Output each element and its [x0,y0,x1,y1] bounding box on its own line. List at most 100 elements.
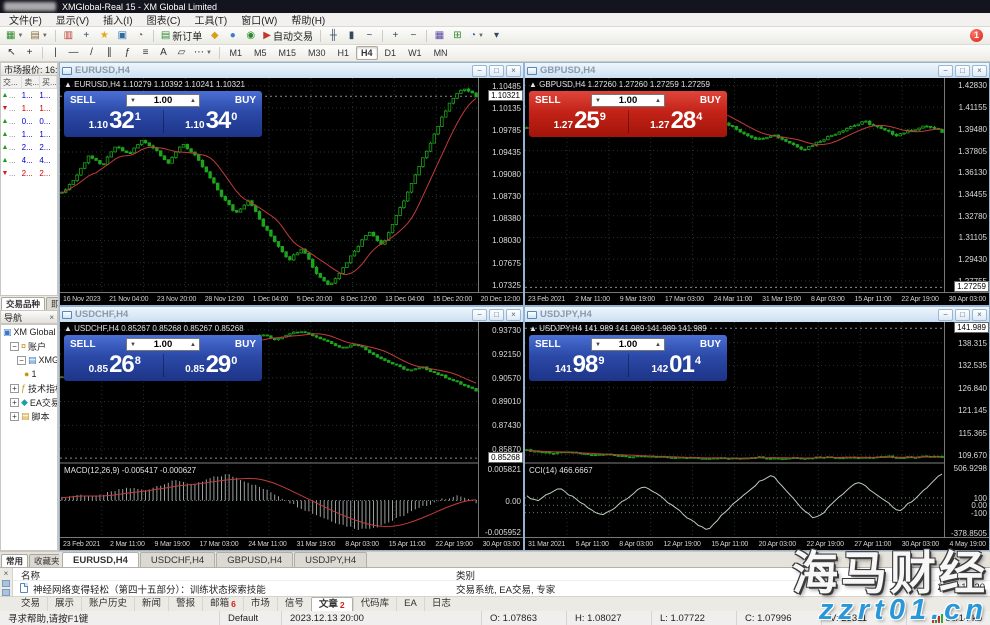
menu-item[interactable]: 工具(T) [187,12,234,27]
price-scale[interactable]: 138.315132.535126.840121.145115.365109.6… [944,322,989,537]
navigator-item-coins[interactable]: −¤账户 [1,339,57,353]
autotrading-button[interactable]: ▶自动交易 [260,28,316,43]
volume-stepper[interactable]: ▼1.00▲ [591,338,665,351]
arrows-more-button[interactable]: ⋯▼ [191,46,215,61]
volume-increment-icon[interactable]: ▲ [187,342,199,348]
chart-area[interactable]: ▲ EURUSD,H4 1.10279 1.10392 1.10241 1.10… [60,78,523,305]
sell-button[interactable]: SELL [532,95,589,106]
indicators-button[interactable]: ⊞ [449,28,466,43]
terminal-tab-信号[interactable]: 信号 [277,597,311,611]
buy-price[interactable]: 1.27284 [629,109,725,134]
navigator-item-fx[interactable]: +ƒ技术指标 [1,381,57,395]
volume-increment-icon[interactable]: ▲ [652,98,664,104]
timeframe-h1[interactable]: H1 [333,46,355,60]
fibonacci-button[interactable]: ƒ [119,46,136,61]
chart-area[interactable]: ▲ USDJPY,H4 141.989 141.989 141.989 141.… [525,322,989,550]
text-label-button[interactable]: ▱ [173,46,190,61]
buy-price[interactable]: 0.85290 [164,353,260,378]
market-watch-row[interactable]: ▲...4...4... [1,154,57,167]
equidistant-channel-button[interactable]: ∥ [101,46,118,61]
chart-tab-eurusdh4[interactable]: EURUSD,H4 [62,552,139,567]
menu-item[interactable]: 窗口(W) [234,12,284,27]
volume-decrement-icon[interactable]: ▼ [127,342,139,348]
buy-button[interactable]: BUY [202,95,259,106]
price-scale[interactable]: 1.428301.411551.394801.378051.361301.344… [944,78,989,292]
chart-tab-usdchfh4[interactable]: USDCHF,H4 [140,552,215,567]
market-watch-row[interactable]: ▼...1...1... [1,102,57,115]
terminal-tab-代码库[interactable]: 代码库 [353,597,397,611]
timeframe-w1[interactable]: W1 [403,46,427,60]
chart-window-titlebar[interactable]: EURUSD,H4−□× [60,63,523,78]
close-button[interactable]: × [506,65,521,77]
navigator-button[interactable]: ★ [96,28,113,43]
chart-tab-usdjpyh4[interactable]: USDJPY,H4 [294,552,367,567]
status-profile[interactable]: Default [220,611,282,625]
close-button[interactable]: × [972,309,987,321]
trendline-button[interactable]: / [83,46,100,61]
menu-item[interactable]: 帮助(H) [284,12,332,27]
tile-windows-button[interactable]: ▦ [431,28,448,43]
detach-icon[interactable] [2,580,10,587]
menu-item[interactable]: 显示(V) [49,12,96,27]
sell-button[interactable]: SELL [532,339,589,350]
tree-expander[interactable]: + [10,384,19,393]
templates-button[interactable]: ▾ [488,28,505,43]
sell-price[interactable]: 1.27259 [532,109,628,134]
market-watch-row[interactable]: ▲...1...1... [1,89,57,102]
restore-button[interactable]: □ [955,65,970,77]
website-button[interactable]: ◉ [242,28,259,43]
menu-item[interactable]: 插入(I) [96,12,139,27]
new-order-button[interactable]: ▤新订单 [158,28,205,43]
buy-button[interactable]: BUY [202,339,259,350]
navigator-item-user[interactable]: ●1 [1,367,57,381]
buy-button[interactable]: BUY [667,339,724,350]
chart-window-titlebar[interactable]: USDCHF,H4−□× [60,307,523,322]
volume-stepper[interactable]: ▼1.00▲ [126,338,200,351]
volume-decrement-icon[interactable]: ▼ [592,342,604,348]
market-watch-row[interactable]: ▲...0...0... [1,115,57,128]
periods-button[interactable]: ◔▼ [467,28,487,43]
text-button[interactable]: A [155,46,172,61]
buy-price[interactable]: 1.10340 [164,109,260,134]
zoom-in-button[interactable]: + [387,28,404,43]
chart-window-titlebar[interactable]: USDJPY,H4−□× [525,307,989,322]
restore-button[interactable]: □ [489,65,504,77]
vertical-line-button[interactable]: | [47,46,64,61]
close-button[interactable]: × [506,309,521,321]
navigator-tab-0[interactable]: 常用 [1,554,28,567]
restore-button[interactable]: □ [489,309,504,321]
terminal-tab-账户历史[interactable]: 账户历史 [81,597,134,611]
volume-decrement-icon[interactable]: ▼ [592,98,604,104]
terminal-tab-邮箱[interactable]: 邮箱6 [202,597,243,611]
minimize-button[interactable]: − [938,65,953,77]
metaeditor-button[interactable]: ◆ [206,28,223,43]
timeframe-d1[interactable]: D1 [380,46,402,60]
volume-decrement-icon[interactable]: ▼ [127,98,139,104]
volume-value[interactable]: 1.00 [604,95,652,106]
tree-expander[interactable]: + [10,412,19,421]
column-name[interactable]: 名称 [21,568,40,582]
zoom-out-button[interactable]: − [405,28,422,43]
terminal-button[interactable]: ▣ [114,28,131,43]
timeframe-h4[interactable]: H4 [356,46,378,60]
terminal-tab-文章[interactable]: 文章2 [311,597,353,611]
timeframe-mn[interactable]: MN [429,46,453,60]
data-window-button[interactable]: + [78,28,95,43]
time-scale[interactable]: 23 Feb 20212 Mar 11:009 Mar 19:0017 Mar … [525,292,989,305]
line-chart-button[interactable]: ~ [361,28,378,43]
volume-stepper[interactable]: ▼1.00▲ [591,94,665,107]
market-watch-row[interactable]: ▲...2...2... [1,141,57,154]
strategy-tester-button[interactable]: ◔ [132,28,149,43]
navigator-tab-1[interactable]: 收藏夹 [29,554,59,567]
restore-button[interactable]: □ [955,309,970,321]
timeframe-m1[interactable]: M1 [224,46,247,60]
volume-stepper[interactable]: ▼1.00▲ [126,94,200,107]
community-button[interactable]: ● [224,28,241,43]
volume-value[interactable]: 1.00 [139,95,187,106]
candlestick-chart-button[interactable]: ▮ [343,28,360,43]
close-button[interactable]: × [972,65,987,77]
chart-area[interactable]: ▲ USDCHF,H4 0.85267 0.85268 0.85267 0.85… [60,322,523,550]
market-watch-row[interactable]: ▲...1...1... [1,128,57,141]
terminal-tab-日志[interactable]: 日志 [424,597,458,611]
notification-badge[interactable]: 1 [970,29,983,42]
